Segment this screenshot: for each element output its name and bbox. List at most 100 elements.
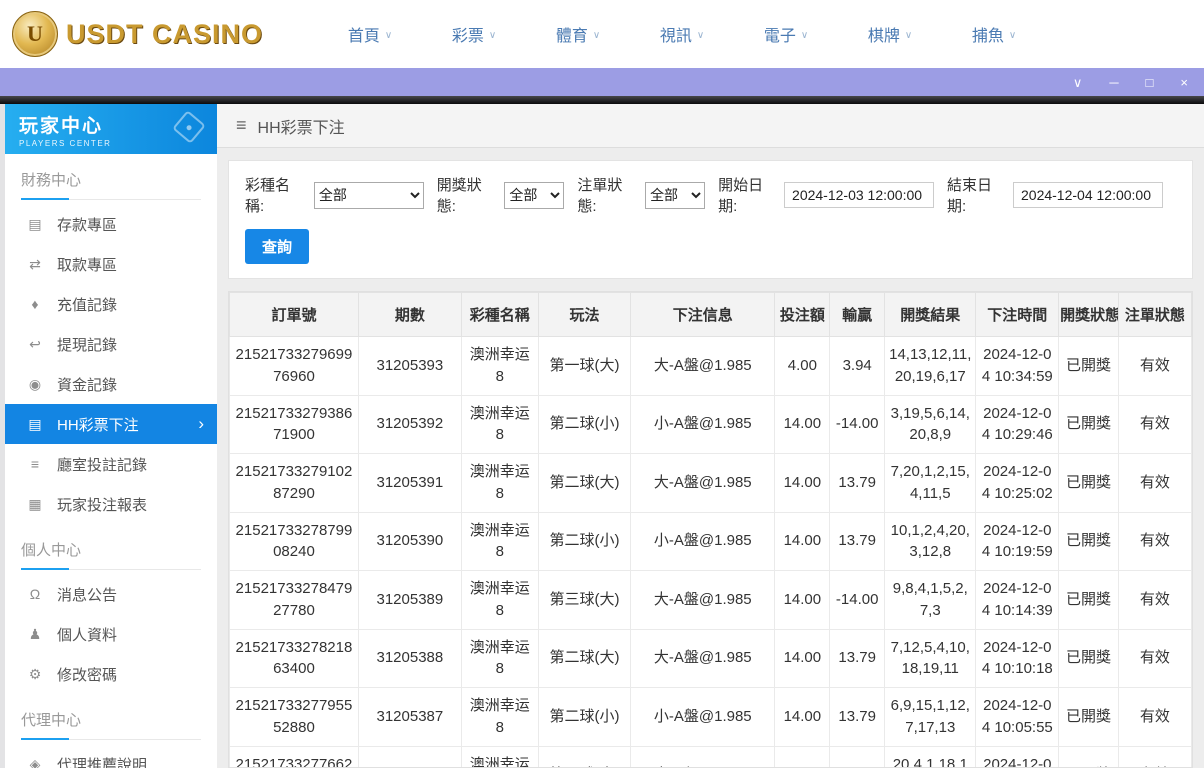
- filter-panel: 彩種名稱: 全部 開獎狀態: 全部 注單狀態: 全部 開始日期: 2024-12…: [228, 160, 1193, 279]
- nav-item-fishing[interactable]: 捕魚 ∨: [942, 22, 1046, 46]
- breadcrumb-bar: ≡ HH彩票下注: [217, 104, 1204, 148]
- order-status-select[interactable]: 全部: [645, 181, 706, 209]
- table-row: 2152173327969976960 31205393 澳洲幸运8 第一球(大) 大-…: [229, 336, 1192, 396]
- sidebar-section-heading: 個人中心: [21, 539, 201, 570]
- sidebar-item-profile[interactable]: ♟ 個人資料: [5, 614, 217, 654]
- table-cell: 2024-12-04 10:19:59: [975, 511, 1060, 571]
- table-cell: 10,1,2,4,20,3,12,8: [884, 511, 977, 571]
- announcement-icon: Ω: [29, 586, 41, 602]
- table-cell: 2024-12-04 10:34:59: [975, 336, 1060, 396]
- table-cell: 31205389: [357, 570, 462, 630]
- table-cell: 大-A盤@1.985: [630, 745, 776, 767]
- main-nav: 首頁 ∨ 彩票 ∨ 體育 ∨ 視訊 ∨ 電子 ∨ 棋牌 ∨ 捕魚 ∨: [318, 22, 1046, 46]
- table-cell: 9,8,4,1,5,2,7,3: [884, 570, 977, 630]
- table-cell: 31205386: [357, 745, 462, 767]
- chevron-down-icon: ∨: [592, 30, 601, 41]
- table-cell: 31205392: [357, 394, 462, 454]
- lottery-bet-icon: ▤: [28, 415, 42, 432]
- chevron-right-icon: ›: [198, 414, 204, 433]
- table-cell: 2024-12-04 10:10:18: [975, 628, 1060, 688]
- table-cell: 澳洲幸运8: [460, 394, 539, 454]
- sidebar-menu: 財務中心 ▤ 存款專區 ⇄ 取款專區 ♦ 充值記錄 ↩ 提現記錄 ◉ 資金記錄 ▤ HH彩票下注 › ≡ 廳室…: [5, 169, 217, 768]
- column-header: 注單狀態: [1117, 292, 1192, 337]
- nav-item-sports[interactable]: 體育 ∨: [526, 22, 630, 46]
- sidebar-item-deposit[interactable]: ▤ 存款專區: [5, 204, 217, 244]
- table-cell: 2024-12-04 10:01:02: [975, 745, 1060, 767]
- table-cell: -14.00: [829, 394, 886, 454]
- table-cell: 第三球(大): [537, 570, 632, 630]
- query-button[interactable]: 查詢: [245, 229, 310, 264]
- table-cell: 14.00: [774, 570, 831, 630]
- profile-icon: ♟: [28, 625, 42, 642]
- page-title: HH彩票下注: [257, 119, 345, 137]
- table-cell: 第二球(小): [537, 511, 632, 571]
- sidebar-item-change-password[interactable]: ⚙ 修改密碼: [5, 654, 217, 694]
- sidebar-item-withdrawal[interactable]: ⇄ 取款專區: [5, 244, 217, 284]
- chevron-down-icon: ∨: [1008, 30, 1017, 41]
- column-header: 下注時間: [975, 292, 1060, 337]
- logo[interactable]: U USDT CASINO: [12, 11, 263, 57]
- chevron-down-icon: ∨: [696, 30, 705, 41]
- table-row: 2152173327938671900 31205392 澳洲幸运8 第二球(小) 小-…: [229, 394, 1192, 454]
- table-cell: 31205390: [357, 511, 462, 571]
- nav-item-label: 電子: [763, 28, 796, 45]
- nav-item-cards[interactable]: 棋牌 ∨: [838, 22, 942, 46]
- nav-item-live-video[interactable]: 視訊 ∨: [630, 22, 734, 46]
- column-header: 期數: [357, 292, 462, 337]
- start-date-filter: 開始日期:: [718, 174, 935, 216]
- sidebar-item-agent-referral-info[interactable]: ◈ 代理推薦說明: [5, 744, 217, 768]
- table-cell: 澳洲幸运8: [460, 511, 539, 571]
- lottery-name-label: 彩種名稱:: [245, 177, 291, 215]
- sidebar-item-player-bet-report[interactable]: ▦ 玩家投注報表: [5, 484, 217, 524]
- sidebar-item-funds-records[interactable]: ◉ 資金記錄: [5, 364, 217, 404]
- end-date-input[interactable]: [1013, 182, 1163, 208]
- chevron-down-icon[interactable]: ∨: [1073, 76, 1083, 89]
- table-row: 2152173327795552880 31205387 澳洲幸运8 第二球(小) 小-…: [229, 687, 1192, 747]
- maximize-icon[interactable]: □: [1146, 76, 1154, 89]
- table-cell: 有效: [1117, 336, 1192, 396]
- sidebar-item-label: 取款專區: [57, 256, 118, 274]
- table-cell: 2152173327938671900: [229, 394, 359, 454]
- column-header: 開獎結果: [884, 292, 977, 337]
- column-header: 開獎狀態: [1058, 292, 1119, 337]
- sidebar-item-label: 代理推薦說明: [57, 756, 148, 768]
- sidebar-item-recharge-records[interactable]: ♦ 充值記錄: [5, 284, 217, 324]
- sidebar-item-withdrawal-records[interactable]: ↩ 提現記錄: [5, 324, 217, 364]
- start-date-input[interactable]: [784, 182, 935, 208]
- sidebar-item-hh-lottery-bets[interactable]: ▤ HH彩票下注 ›: [5, 404, 217, 444]
- filter-row: 彩種名稱: 全部 開獎狀態: 全部 注單狀態: 全部 開始日期: 2024-12…: [245, 174, 1176, 216]
- table-cell: 小-A盤@1.985: [630, 511, 776, 571]
- nav-item-label: 棋牌: [867, 28, 900, 45]
- table-cell: 14.00: [774, 745, 831, 767]
- start-date-label: 開始日期:: [718, 177, 764, 215]
- sidebar-item-hall-bet-records[interactable]: ≡ 廳室投註記錄: [5, 444, 217, 484]
- nav-item-lottery[interactable]: 彩票 ∨: [422, 22, 526, 46]
- minimize-icon[interactable]: ─: [1109, 76, 1118, 89]
- table-cell: 2024-12-04 10:14:39: [975, 570, 1060, 630]
- table-cell: 2152173327847927780: [229, 570, 359, 630]
- table-cell: 澳洲幸运8: [460, 687, 539, 747]
- table-cell: 20,4,1,18,11,16,8,3: [884, 745, 977, 767]
- close-icon[interactable]: ×: [1180, 76, 1188, 89]
- table-cell: 小-A盤@1.985: [630, 394, 776, 454]
- menu-icon[interactable]: ≡: [236, 115, 247, 136]
- nav-item-home[interactable]: 首頁 ∨: [318, 22, 422, 46]
- table-cell: 小-A盤@1.985: [630, 687, 776, 747]
- lottery-name-select[interactable]: 全部: [313, 181, 424, 209]
- draw-status-label: 開獎狀態:: [436, 177, 482, 215]
- nav-item-slots[interactable]: 電子 ∨: [734, 22, 838, 46]
- table-cell: 已開獎: [1058, 511, 1119, 571]
- table-cell: 大-A盤@1.985: [630, 570, 776, 630]
- table-row: 2152173327821863400 31205388 澳洲幸运8 第二球(大) 大-…: [229, 628, 1192, 688]
- table-cell: 有效: [1117, 394, 1192, 454]
- sidebar-item-announcements[interactable]: Ω 消息公告: [5, 574, 217, 614]
- table-cell: 2024-12-04 10:05:55: [975, 687, 1060, 747]
- withdraw-icon: ⇄: [29, 255, 41, 272]
- players-center-header: 玩家中心 PLAYERS CENTER: [5, 104, 217, 154]
- usdt-coin-icon: U: [12, 11, 58, 57]
- table-cell: 2024-12-04 10:25:02: [975, 453, 1060, 513]
- draw-status-select[interactable]: 全部: [504, 181, 565, 209]
- table-cell: 13.79: [829, 628, 886, 688]
- table-cell: 4.00: [774, 336, 831, 396]
- table-cell: 第二球(大): [537, 453, 632, 513]
